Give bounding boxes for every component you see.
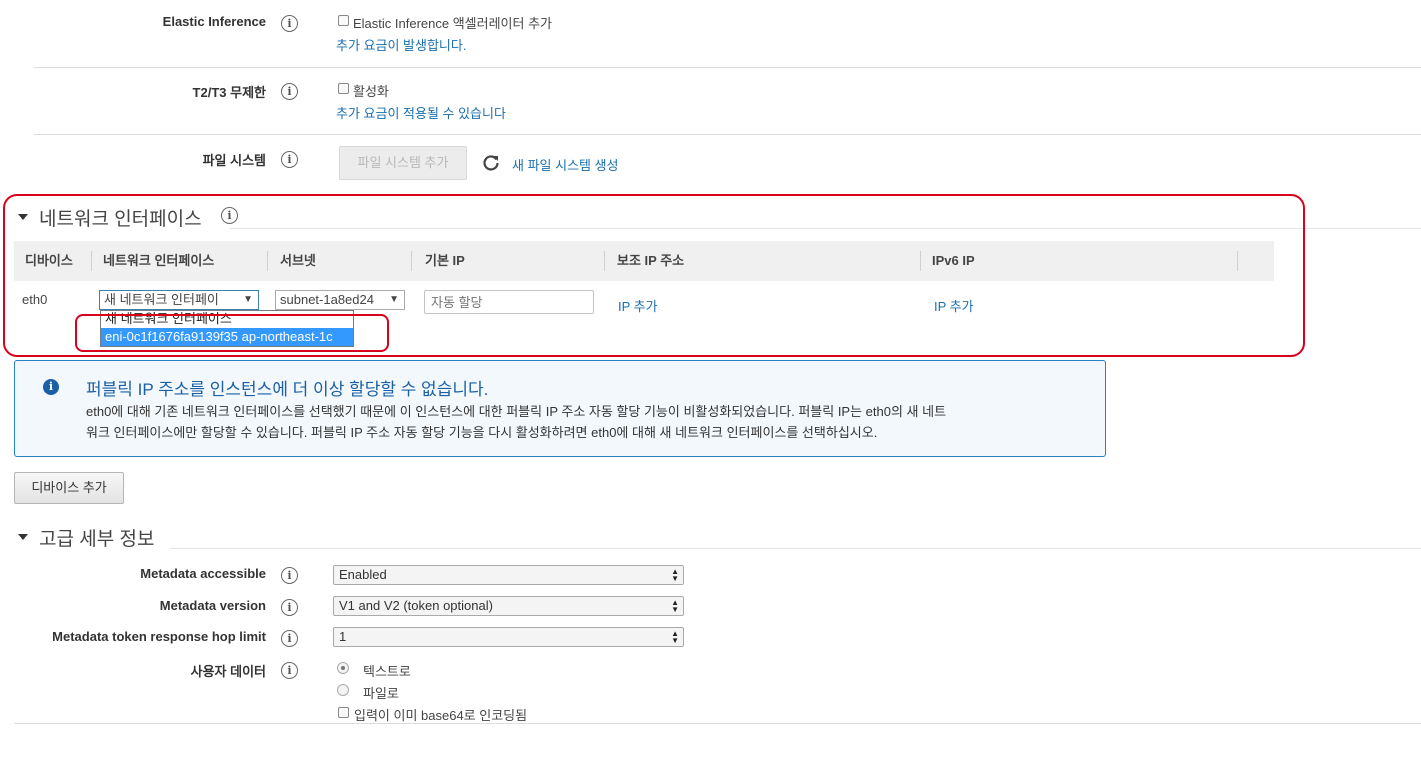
divider: [34, 67, 1421, 68]
divider: [14, 723, 1421, 724]
user-data-file-radio[interactable]: [337, 684, 349, 696]
select-updown-icon: ▲ ▼: [671, 598, 679, 614]
info-icon[interactable]: i: [281, 662, 298, 679]
metadata-version-select[interactable]: V1 and V2 (token optional) ▲ ▼: [333, 596, 684, 616]
info-icon[interactable]: i: [281, 83, 298, 100]
base64-encoded-checkbox[interactable]: [338, 707, 349, 718]
info-icon[interactable]: i: [281, 599, 298, 616]
elastic-inference-label: Elastic Inference: [162, 14, 266, 29]
info-icon: i: [43, 379, 59, 395]
user-data-file-label: 파일로: [363, 686, 399, 701]
metadata-version-value: V1 and V2 (token optional): [339, 598, 493, 613]
hop-limit-value: 1: [339, 629, 347, 644]
alert-text-line-2: 워크 인터페이스에만 할당할 수 있습니다. 퍼블릭 IP 주소 자동 할당 기…: [86, 425, 878, 440]
alert-title: 퍼블릭 IP 주소를 인스턴스에 더 이상 할당할 수 없습니다.: [86, 380, 489, 399]
select-updown-icon: ▲ ▼: [671, 567, 679, 583]
t2t3-unlimited-label: T2/T3 무제한: [192, 85, 266, 100]
metadata-version-label: Metadata version: [159, 598, 266, 613]
refresh-icon[interactable]: [482, 153, 500, 171]
info-icon[interactable]: i: [281, 151, 298, 168]
t2t3-enable-checkbox[interactable]: [338, 83, 349, 94]
create-file-system-link[interactable]: 새 파일 시스템 생성: [512, 155, 619, 174]
collapse-icon[interactable]: [18, 534, 28, 540]
elastic-inference-checkbox[interactable]: [338, 15, 349, 26]
info-icon[interactable]: i: [281, 567, 298, 584]
hop-limit-select[interactable]: 1 ▲ ▼: [333, 627, 684, 647]
file-system-label: 파일 시스템: [202, 153, 266, 168]
add-device-button[interactable]: 디바이스 추가: [14, 472, 124, 504]
highlight-selected-eni: [75, 314, 389, 352]
t2t3-enable-label: 활성화: [353, 84, 389, 99]
metadata-accessible-value: Enabled: [339, 567, 387, 582]
hop-limit-label: Metadata token response hop limit: [52, 629, 266, 644]
info-icon[interactable]: i: [281, 630, 298, 647]
elastic-inference-pricing-note[interactable]: 추가 요금이 발생합니다.: [336, 35, 466, 54]
section-divider: [170, 548, 1421, 549]
select-updown-icon: ▲ ▼: [671, 629, 679, 645]
t2t3-pricing-note[interactable]: 추가 요금이 적용될 수 있습니다: [336, 103, 506, 122]
add-file-system-button[interactable]: 파일 시스템 추가: [339, 146, 467, 180]
base64-encoded-label: 입력이 이미 base64로 인코딩됨: [354, 708, 528, 723]
user-data-text-radio[interactable]: [337, 662, 349, 674]
user-data-text-label: 텍스트로: [363, 664, 411, 679]
divider: [34, 134, 1421, 135]
advanced-details-title: 고급 세부 정보: [39, 529, 155, 550]
elastic-inference-checkbox-label: Elastic Inference 액셀러레이터 추가: [353, 16, 553, 31]
metadata-accessible-select[interactable]: Enabled ▲ ▼: [333, 565, 684, 585]
alert-text-line-1: eth0에 대해 기존 네트워크 인터페이스를 선택했기 때문에 이 인스턴스에…: [86, 404, 947, 419]
user-data-label: 사용자 데이터: [190, 664, 266, 679]
metadata-accessible-label: Metadata accessible: [140, 566, 266, 581]
info-icon[interactable]: i: [281, 15, 298, 32]
